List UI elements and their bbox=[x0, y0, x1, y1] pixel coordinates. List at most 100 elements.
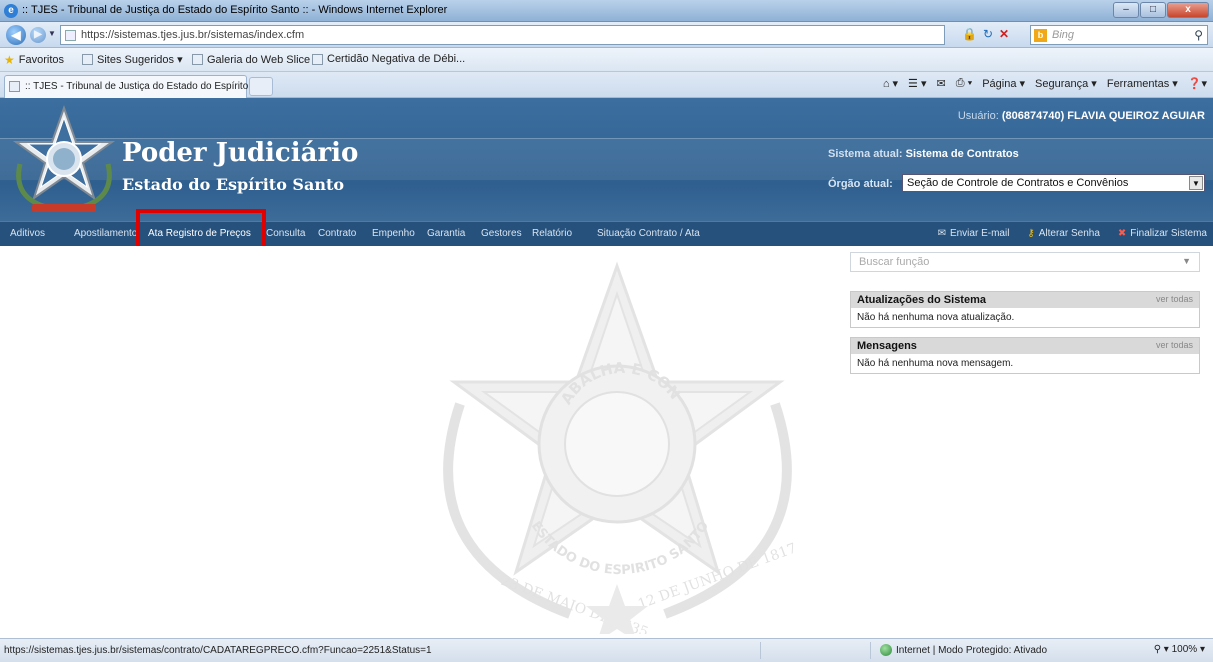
watermark-date2: 12 DE JUNHO DE 1817 bbox=[636, 540, 799, 612]
menu-item-situacao[interactable]: Situação Contrato / Ata bbox=[597, 228, 700, 239]
messages-title: Mensagens bbox=[857, 340, 917, 352]
chevron-down-icon[interactable]: ▼ bbox=[1189, 176, 1203, 190]
system-value: Sistema de Contratos bbox=[905, 148, 1019, 160]
zoom-value: 100% bbox=[1171, 644, 1198, 655]
tab-label: :: TJES - Tribunal de Justiça do Estado … bbox=[25, 81, 260, 92]
function-search-input[interactable]: Buscar função ▼ bbox=[850, 252, 1200, 272]
forward-button[interactable]: ▶ bbox=[30, 27, 46, 43]
page-icon bbox=[9, 81, 20, 92]
mail-icon[interactable]: ✉ bbox=[937, 77, 946, 90]
search-placeholder: Buscar função bbox=[859, 256, 930, 268]
status-url: https://sistemas.tjes.jus.br/sistemas/co… bbox=[4, 645, 432, 656]
page-icon bbox=[312, 53, 323, 65]
menu-item-garantia[interactable]: Garantia bbox=[427, 228, 465, 239]
star-icon: ★ bbox=[4, 53, 15, 67]
menu-item-apostilamento[interactable]: Apostilamento bbox=[74, 228, 137, 239]
updates-header: Atualizações do Sistema ver todas bbox=[851, 292, 1199, 308]
updates-panel: Atualizações do Sistema ver todas Não há… bbox=[850, 291, 1200, 328]
menu-item-empenho[interactable]: Empenho bbox=[372, 228, 415, 239]
mail-icon: ✉ bbox=[937, 228, 946, 239]
print-icon[interactable]: ⎙ ▾ bbox=[956, 77, 972, 90]
search-placeholder: Bing bbox=[1052, 29, 1075, 41]
recent-pages-arrow-icon[interactable]: ▼ bbox=[48, 29, 56, 38]
window-title: :: TJES - Tribunal de Justiça do Estado … bbox=[22, 4, 448, 16]
window-controls: – □ x bbox=[1113, 2, 1209, 18]
page-icon bbox=[192, 54, 203, 65]
globe-icon bbox=[880, 644, 892, 656]
minimize-button[interactable]: – bbox=[1113, 2, 1139, 18]
user-label: Usuário: bbox=[957, 110, 999, 122]
web-slice-gallery-link[interactable]: Galeria do Web Slice ▾ bbox=[192, 53, 319, 66]
zoom-control[interactable]: ⚲ ▾ 100% ▾ bbox=[1154, 644, 1205, 655]
back-button[interactable]: ◀ bbox=[6, 25, 26, 45]
favorites-button[interactable]: ★ Favoritos bbox=[4, 53, 64, 67]
change-password-link[interactable]: ⚷ Alterar Senha bbox=[1027, 228, 1099, 239]
url-field[interactable]: https://sistemas.tjes.jus.br/sistemas/in… bbox=[60, 25, 945, 45]
key-icon: ⚷ bbox=[1027, 228, 1035, 239]
updates-title: Atualizações do Sistema bbox=[857, 294, 986, 306]
menu-item-relatorio[interactable]: Relatório bbox=[532, 228, 572, 239]
search-icon[interactable]: ⚲ bbox=[1194, 28, 1203, 42]
chevron-down-icon: ▾ bbox=[1197, 644, 1205, 655]
menu-item-gestores[interactable]: Gestores bbox=[481, 228, 522, 239]
security-menu[interactable]: Segurança ▾ bbox=[1035, 77, 1097, 90]
close-icon: ✖ bbox=[1117, 228, 1127, 239]
url-text[interactable]: https://sistemas.tjes.jus.br/sistemas/in… bbox=[81, 29, 304, 41]
updates-body: Não há nenhuma nova atualização. bbox=[851, 308, 1199, 327]
home-icon[interactable]: ⌂ ▾ bbox=[883, 77, 898, 90]
refresh-icon[interactable]: ↻ bbox=[983, 27, 993, 41]
user-value: (806874740) FLAVIA QUEIROZ AGUIAR bbox=[1001, 110, 1205, 122]
main-content: TRABALHA E CONFIA ESTADO DO ESPIRITO SAN… bbox=[0, 246, 1213, 638]
security-zone[interactable]: Internet | Modo Protegido: Ativado bbox=[880, 644, 1047, 656]
help-icon[interactable]: ❓▾ bbox=[1188, 77, 1207, 90]
window-titlebar: e :: TJES - Tribunal de Justiça do Estad… bbox=[0, 0, 1213, 22]
url-tools: 🔒 ↻ ✕ bbox=[962, 27, 1009, 41]
user-info: Usuário: (806874740) FLAVIA QUEIROZ AGUI… bbox=[958, 110, 1205, 122]
status-divider bbox=[870, 642, 871, 659]
lock-icon[interactable]: 🔒 bbox=[962, 27, 977, 41]
page-icon bbox=[82, 54, 93, 65]
stop-icon[interactable]: ✕ bbox=[999, 27, 1009, 41]
browser-tab[interactable]: :: TJES - Tribunal de Justiça do Estado … bbox=[4, 75, 259, 98]
status-divider bbox=[760, 642, 761, 659]
zone-text: Internet | Modo Protegido: Ativado bbox=[896, 644, 1048, 656]
status-bar: https://sistemas.tjes.jus.br/sistemas/co… bbox=[0, 638, 1213, 662]
tab-row: :: TJES - Tribunal de Justiça do Estado … bbox=[0, 72, 1213, 98]
menu-item-aditivos[interactable]: Aditivos bbox=[10, 228, 45, 239]
site-subtitle: Estado do Espírito Santo bbox=[122, 175, 345, 194]
orgao-label: Órgão atual: bbox=[828, 178, 893, 190]
certidao-link[interactable]: Certidão Negativa de Débi... bbox=[312, 53, 465, 65]
maximize-button[interactable]: □ bbox=[1140, 2, 1166, 18]
send-email-link[interactable]: ✉ Enviar E-mail bbox=[938, 228, 1010, 239]
coat-of-arms-logo bbox=[12, 104, 116, 212]
coat-of-arms-watermark: TRABALHA E CONFIA ESTADO DO ESPIRITO SAN… bbox=[420, 254, 799, 634]
system-info: Sistema atual: Sistema de Contratos bbox=[828, 148, 1019, 160]
page-menu[interactable]: Página ▾ bbox=[982, 77, 1025, 90]
menu-item-contrato[interactable]: Contrato bbox=[318, 228, 356, 239]
menu-item-consulta[interactable]: Consulta bbox=[266, 228, 305, 239]
suggested-sites-link[interactable]: Sites Sugeridos ▾ bbox=[82, 53, 183, 66]
orgao-select[interactable]: Seção de Controle de Contratos e Convêni… bbox=[902, 174, 1205, 192]
updates-view-all-link[interactable]: ver todas bbox=[1156, 294, 1193, 304]
bing-icon: b bbox=[1034, 29, 1047, 42]
messages-panel: Mensagens ver todas Não há nenhuma nova … bbox=[850, 337, 1200, 374]
messages-body: Não há nenhuma nova mensagem. bbox=[851, 354, 1199, 373]
command-bar: ⌂ ▾ ☰ ▾ ✉ ⎙ ▾ Página ▾ Segurança ▾ Ferra… bbox=[883, 77, 1207, 90]
orgao-value: Seção de Controle de Contratos e Convêni… bbox=[907, 177, 1129, 189]
new-tab-button[interactable] bbox=[249, 77, 273, 96]
site-title: Poder Judiciário bbox=[122, 138, 359, 168]
address-bar: ◀ ▶ ▼ https://sistemas.tjes.jus.br/siste… bbox=[0, 22, 1213, 48]
menu-right-actions: ✉ Enviar E-mail ⚷ Alterar Senha ✖ Finalizar… bbox=[938, 228, 1207, 239]
messages-header: Mensagens ver todas bbox=[851, 338, 1199, 354]
messages-view-all-link[interactable]: ver todas bbox=[1156, 340, 1193, 350]
zoom-icon: ⚲ ▾ bbox=[1153, 644, 1172, 655]
search-input[interactable]: b Bing ⚲ bbox=[1030, 25, 1208, 45]
tools-menu[interactable]: Ferramentas ▾ bbox=[1107, 77, 1178, 90]
chevron-down-icon[interactable]: ▼ bbox=[1182, 256, 1191, 266]
page-icon bbox=[65, 30, 76, 41]
logout-link[interactable]: ✖ Finalizar Sistema bbox=[1118, 228, 1207, 239]
ie-logo-icon: e bbox=[4, 4, 18, 18]
close-window-button[interactable]: x bbox=[1167, 2, 1209, 18]
site-header: Poder Judiciário Estado do Espírito Sant… bbox=[0, 98, 1213, 221]
feeds-icon[interactable]: ☰ ▾ bbox=[908, 77, 926, 90]
